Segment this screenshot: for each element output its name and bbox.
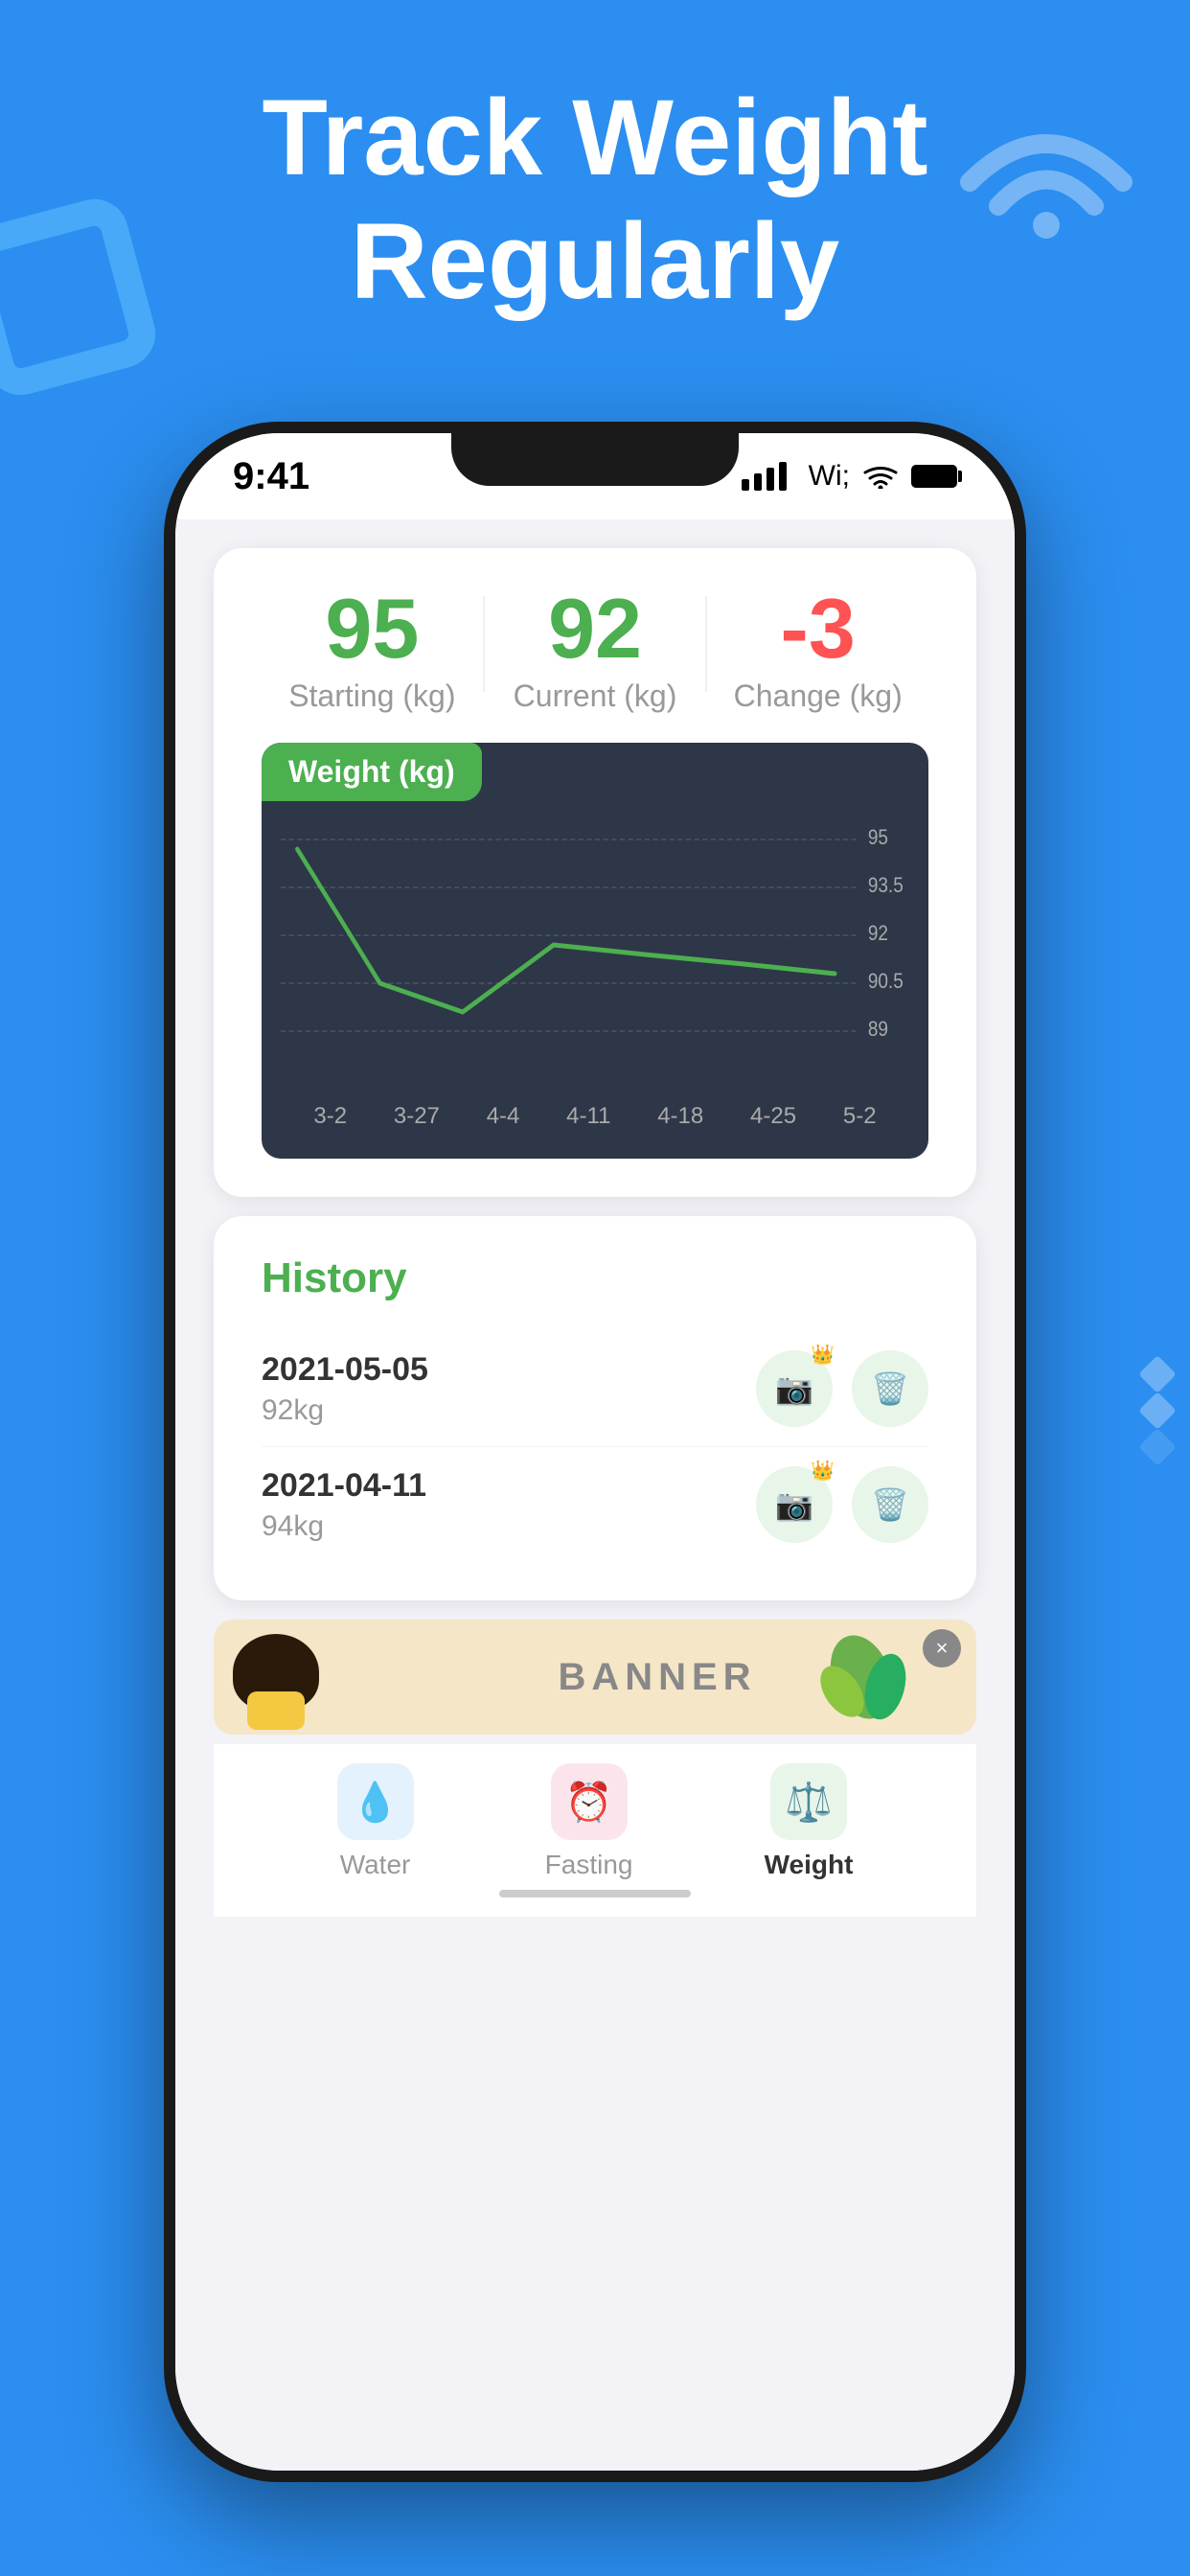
history-weight-2: 94kg xyxy=(262,1510,426,1543)
camera-button-1[interactable]: 👑 📷 xyxy=(756,1350,833,1427)
x-label-1: 3-2 xyxy=(313,1103,347,1130)
history-actions-2: 👑 📷 🗑️ xyxy=(756,1466,928,1543)
chart-header: Weight (kg) xyxy=(262,743,482,801)
weight-tab-label: Weight xyxy=(765,1850,854,1880)
x-label-7: 5-2 xyxy=(843,1103,877,1130)
chart-title: Weight (kg) xyxy=(288,754,455,789)
water-tab-label: Water xyxy=(340,1850,411,1880)
chart-svg: 95 93.5 92 90.5 89 xyxy=(281,820,909,1089)
history-title: History xyxy=(262,1254,928,1302)
banner-leaves xyxy=(804,1620,919,1735)
tab-weight[interactable]: ⚖️ Weight xyxy=(765,1763,854,1880)
stats-card: 95 Starting (kg) 92 Current (kg) -3 Chan… xyxy=(214,548,976,1197)
starting-value: 95 xyxy=(262,586,483,671)
history-weight-1: 92kg xyxy=(262,1394,428,1427)
change-label: Change (kg) xyxy=(707,678,928,714)
crown-badge-1: 👑 xyxy=(811,1343,835,1367)
fasting-tab-label: Fasting xyxy=(545,1850,633,1880)
history-actions-1: 👑 📷 🗑️ xyxy=(756,1350,928,1427)
history-date-1: 2021-05-05 xyxy=(262,1351,428,1389)
delete-button-2[interactable]: 🗑️ xyxy=(852,1466,928,1543)
fasting-tab-icon: ⏰ xyxy=(551,1763,628,1840)
history-item-2-info: 2021-04-11 94kg xyxy=(262,1467,426,1543)
phone-screen: 9:41  Wi; xyxy=(175,433,1015,2471)
stat-change: -3 Change (kg) xyxy=(707,586,928,714)
history-date-2: 2021-04-11 xyxy=(262,1467,426,1505)
x-label-2: 3-27 xyxy=(394,1103,440,1130)
banner: BANNER × xyxy=(214,1620,976,1735)
history-item-1-info: 2021-05-05 92kg xyxy=(262,1351,428,1427)
battery-icon xyxy=(911,465,957,488)
tab-bar: 💧 Water ⏰ Fasting ⚖️ Weight xyxy=(214,1744,976,1917)
camera-button-2[interactable]: 👑 📷 xyxy=(756,1466,833,1543)
svg-text:93.5: 93.5 xyxy=(868,874,904,898)
svg-text:92: 92 xyxy=(868,922,888,946)
screen-content: 95 Starting (kg) 92 Current (kg) -3 Chan… xyxy=(175,519,1015,2471)
svg-text:95: 95 xyxy=(868,826,888,850)
phone-notch xyxy=(451,433,739,486)
starting-label: Starting (kg) xyxy=(262,678,483,714)
signal-icon xyxy=(742,462,787,491)
weight-chart: Weight (kg) xyxy=(262,743,928,1159)
current-value: 92 xyxy=(485,586,706,671)
x-label-4: 4-11 xyxy=(566,1103,610,1130)
home-indicator xyxy=(499,1890,691,1898)
chart-x-labels: 3-2 3-27 4-4 4-11 4-18 4-25 5-2 xyxy=(281,1103,909,1130)
svg-text:90.5: 90.5 xyxy=(868,970,904,994)
delete-button-1[interactable]: 🗑️ xyxy=(852,1350,928,1427)
history-item-1: 2021-05-05 92kg 👑 📷 🗑️ xyxy=(262,1331,928,1447)
svg-text:89: 89 xyxy=(868,1018,888,1042)
chart-body: 95 93.5 92 90.5 89 3-2 3-27 4-4 4-11 xyxy=(262,801,928,1159)
weight-tab-icon: ⚖️ xyxy=(770,1763,847,1840)
banner-illustration xyxy=(223,1624,338,1730)
tab-water[interactable]: 💧 Water xyxy=(337,1763,414,1880)
x-label-3: 4-4 xyxy=(487,1103,520,1130)
water-tab-icon: 💧 xyxy=(337,1763,414,1840)
tab-fasting[interactable]: ⏰ Fasting xyxy=(545,1763,633,1880)
status-time: 9:41 xyxy=(233,455,309,498)
stats-row: 95 Starting (kg) 92 Current (kg) -3 Chan… xyxy=(262,586,928,714)
history-section: History 2021-05-05 92kg 👑 📷 🗑️ xyxy=(214,1216,976,1600)
history-item-2: 2021-04-11 94kg 👑 📷 🗑️ xyxy=(262,1447,928,1562)
wifi-status-svg xyxy=(863,464,898,489)
hero-title: Track Weight Regularly xyxy=(0,77,1190,324)
bg-decoration-diamonds xyxy=(1144,1361,1171,1460)
current-label: Current (kg) xyxy=(485,678,706,714)
crown-badge-2: 👑 xyxy=(811,1459,835,1483)
stat-current: 92 Current (kg) xyxy=(485,586,706,714)
phone-frame: 9:41  Wi; xyxy=(164,422,1026,2482)
status-icons:  Wi; xyxy=(742,460,957,493)
change-value: -3 xyxy=(707,586,928,671)
stat-starting: 95 Starting (kg) xyxy=(262,586,483,714)
x-label-6: 4-25 xyxy=(750,1103,796,1130)
banner-close-button[interactable]: × xyxy=(923,1629,961,1668)
wifi-status-icon:  Wi; xyxy=(800,460,850,493)
x-label-5: 4-18 xyxy=(657,1103,703,1130)
